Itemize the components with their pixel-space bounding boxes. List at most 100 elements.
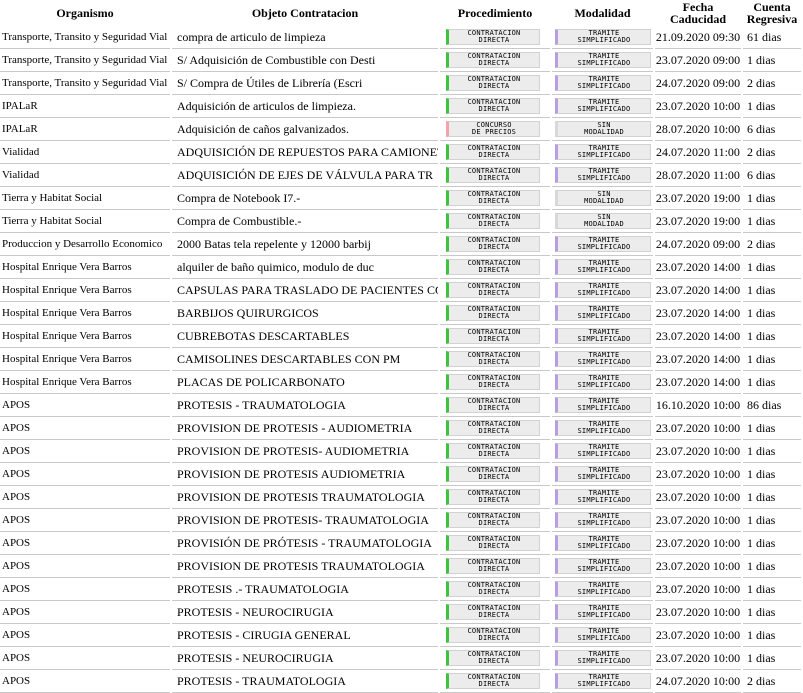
cell-objeto[interactable]: PROVISION DE PROTESIS TRAUMATOLOGIA <box>172 486 438 509</box>
badge-line: SIMPLIFICADO <box>577 542 631 550</box>
cell-organismo: APOS <box>0 486 170 509</box>
cell-objeto[interactable]: S/ Compra de Útiles de Librería (Escri <box>172 72 438 95</box>
table-row[interactable]: Transporte, Transito y Seguridad Vial S/ … <box>0 49 801 72</box>
cell-procedimiento: CONTRATACION DIRECTA <box>440 670 550 693</box>
cell-modalidad: TRAMITE SIMPLIFICADO <box>552 348 653 371</box>
cell-objeto[interactable]: PLACAS DE POLICARBONATO <box>172 371 438 394</box>
cell-objeto[interactable]: PROVISION DE PROTESIS- AUDIOMETRIA <box>172 440 438 463</box>
cell-objeto[interactable]: BARBIJOS QUIRURGICOS <box>172 302 438 325</box>
table-row[interactable]: IPALaR Adquisición de articulos de limpie… <box>0 95 801 118</box>
procedimiento-badge: CONTRATACION DIRECTA <box>446 397 540 413</box>
cell-objeto[interactable]: PROVISION DE PROTESIS - AUDIOMETRIA <box>172 417 438 440</box>
table-row[interactable]: APOS PROVISION DE PROTESIS- TRAUMATOLOGIA… <box>0 509 801 532</box>
table-row[interactable]: APOS PROTESIS - NEUROCIRUGIA CONTRATACION D… <box>0 647 801 670</box>
table-row[interactable]: Hospital Enrique Vera Barros BARBIJOS QUI… <box>0 302 801 325</box>
badge-line: DIRECTA <box>478 634 510 642</box>
cell-organismo: Vialidad <box>0 164 170 187</box>
cell-organismo: Transporte, Transito y Seguridad Vial <box>0 49 170 72</box>
cell-objeto[interactable]: Adquisición de caños galvanizados. <box>172 118 438 141</box>
badge-line: DIRECTA <box>478 450 510 458</box>
cell-procedimiento: CONTRATACION DIRECTA <box>440 49 550 72</box>
cell-objeto[interactable]: S/ Adquisición de Combustible con Desti <box>172 49 438 72</box>
table-row[interactable]: Tierra y Habitat Social Compra de Combust… <box>0 210 801 233</box>
cell-objeto[interactable]: PROVISIÓN DE PRÓTESIS - TRAUMATOLOGIA <box>172 532 438 555</box>
table-row[interactable]: APOS PROVISION DE PROTESIS AUDIOMETRIA CON… <box>0 463 801 486</box>
badge-line: SIMPLIFICADO <box>577 427 631 435</box>
table-row[interactable]: APOS PROTESIS - TRAUMATOLOGIA CONTRATACION… <box>0 394 801 417</box>
table-row[interactable]: Hospital Enrique Vera Barros CAPSULAS PAR… <box>0 279 801 302</box>
header-modalidad[interactable]: Modalidad <box>552 0 653 26</box>
procedimiento-badge: CONCURSO DE PRECIOS <box>446 121 540 137</box>
badge-line: DIRECTA <box>478 611 510 619</box>
table-row[interactable]: Hospital Enrique Vera Barros PLACAS DE PO… <box>0 371 801 394</box>
cell-organismo: APOS <box>0 394 170 417</box>
cell-cuenta-regresiva: 2 dias <box>743 670 801 693</box>
header-fecha-caducidad[interactable]: Fecha Caducidad <box>655 0 741 26</box>
cell-objeto[interactable]: PROVISION DE PROTESIS AUDIOMETRIA <box>172 463 438 486</box>
table-row[interactable]: APOS PROTESIS - NEUROCIRUGIA CONTRATACION D… <box>0 601 801 624</box>
cell-objeto[interactable]: CUBREBOTAS DESCARTABLES <box>172 325 438 348</box>
cell-fecha-caducidad: 21.09.2020 09:30 <box>655 26 741 49</box>
badge-line: SIMPLIFICADO <box>577 404 631 412</box>
table-row[interactable]: Transporte, Transito y Seguridad Vial com… <box>0 26 801 49</box>
cell-fecha-caducidad: 23.07.2020 09:00 <box>655 49 741 72</box>
cell-fecha-caducidad: 23.07.2020 14:00 <box>655 302 741 325</box>
table-row[interactable]: Tierra y Habitat Social Compra de Noteboo… <box>0 187 801 210</box>
cell-objeto[interactable]: PROTESIS - NEUROCIRUGIA <box>172 647 438 670</box>
cell-objeto[interactable]: Compra de Combustible.- <box>172 210 438 233</box>
cell-organismo: IPALaR <box>0 118 170 141</box>
cell-modalidad: TRAMITE SIMPLIFICADO <box>552 371 653 394</box>
cell-organismo: Hospital Enrique Vera Barros <box>0 302 170 325</box>
cell-fecha-caducidad: 23.07.2020 10:00 <box>655 555 741 578</box>
table-row[interactable]: APOS PROVISION DE PROTESIS TRAUMATOLOGIA C… <box>0 555 801 578</box>
table-row[interactable]: Transporte, Transito y Seguridad Vial S/ … <box>0 72 801 95</box>
cell-objeto[interactable]: PROVISION DE PROTESIS TRAUMATOLOGIA <box>172 555 438 578</box>
table-row[interactable]: Hospital Enrique Vera Barros CUBREBOTAS D… <box>0 325 801 348</box>
table-row[interactable]: APOS PROTESIS - TRAUMATOLOGIA CONTRATACION… <box>0 670 801 693</box>
cell-objeto[interactable]: PROVISION DE PROTESIS- TRAUMATOLOGIA <box>172 509 438 532</box>
badge-line: SIMPLIFICADO <box>577 565 631 573</box>
cell-objeto[interactable]: alquiler de baño quimico, modulo de duc <box>172 256 438 279</box>
cell-objeto[interactable]: 2000 Batas tela repelente y 12000 barbij <box>172 233 438 256</box>
cell-objeto[interactable]: compra de articulo de limpieza <box>172 26 438 49</box>
cell-objeto[interactable]: Compra de Notebook I7.- <box>172 187 438 210</box>
header-cuenta-regresiva[interactable]: Cuenta Regresiva <box>743 0 801 26</box>
table-row[interactable]: Hospital Enrique Vera Barros CAMISOLINES … <box>0 348 801 371</box>
table-row[interactable]: Hospital Enrique Vera Barros alquiler de … <box>0 256 801 279</box>
cell-procedimiento: CONTRATACION DIRECTA <box>440 26 550 49</box>
cell-objeto[interactable]: PROTESIS - CIRUGIA GENERAL <box>172 624 438 647</box>
cell-fecha-caducidad: 23.07.2020 10:00 <box>655 463 741 486</box>
table-row[interactable]: Produccion y Desarrollo Economico 2000 Ba… <box>0 233 801 256</box>
modalidad-badge: TRAMITE SIMPLIFICADO <box>555 466 651 482</box>
procedimiento-badge: CONTRATACION DIRECTA <box>446 259 540 275</box>
table-row[interactable]: Vialidad ADQUISICIÓN DE REPUESTOS PARA CA… <box>0 141 801 164</box>
cell-fecha-caducidad: 23.07.2020 10:00 <box>655 440 741 463</box>
modalidad-badge: TRAMITE SIMPLIFICADO <box>555 443 651 459</box>
cell-objeto[interactable]: CAMISOLINES DESCARTABLES CON PM <box>172 348 438 371</box>
table-row[interactable]: APOS PROVISION DE PROTESIS- AUDIOMETRIA CO… <box>0 440 801 463</box>
cell-procedimiento: CONTRATACION DIRECTA <box>440 141 550 164</box>
cell-objeto[interactable]: PROTESIS - TRAUMATOLOGIA <box>172 394 438 417</box>
cell-objeto[interactable]: PROTESIS .- TRAUMATOLOGIA <box>172 578 438 601</box>
header-organismo[interactable]: Organismo <box>0 0 170 26</box>
header-objeto[interactable]: Objeto Contratacion <box>172 0 438 26</box>
header-procedimiento[interactable]: Procedimiento <box>440 0 550 26</box>
cell-objeto[interactable]: PROTESIS - NEUROCIRUGIA <box>172 601 438 624</box>
contrataciones-table: Organismo Objeto Contratacion Procedimie… <box>0 0 803 693</box>
cell-objeto[interactable]: ADQUISICIÓN DE EJES DE VÁLVULA PARA TR <box>172 164 438 187</box>
badge-line: SIMPLIFICADO <box>577 450 631 458</box>
table-row[interactable]: APOS PROVISION DE PROTESIS - AUDIOMETRIA C… <box>0 417 801 440</box>
table-row[interactable]: APOS PROVISIÓN DE PRÓTESIS - TRAUMATOLOGI… <box>0 532 801 555</box>
table-row[interactable]: Vialidad ADQUISICIÓN DE EJES DE VÁLVULA P… <box>0 164 801 187</box>
badge-line: MODALIDAD <box>584 220 624 228</box>
cell-objeto[interactable]: ADQUISICIÓN DE REPUESTOS PARA CAMIONETA <box>172 141 438 164</box>
table-row[interactable]: APOS PROTESIS .- TRAUMATOLOGIA CONTRATACIO… <box>0 578 801 601</box>
table-row[interactable]: APOS PROVISION DE PROTESIS TRAUMATOLOGIA C… <box>0 486 801 509</box>
table-row[interactable]: IPALaR Adquisición de caños galvanizados.… <box>0 118 801 141</box>
cell-objeto[interactable]: CAPSULAS PARA TRASLADO DE PACIENTES COVI <box>172 279 438 302</box>
cell-objeto[interactable]: Adquisición de articulos de limpieza. <box>172 95 438 118</box>
cell-objeto[interactable]: PROTESIS - TRAUMATOLOGIA <box>172 670 438 693</box>
badge-line: SIMPLIFICADO <box>577 358 631 366</box>
table-row[interactable]: APOS PROTESIS - CIRUGIA GENERAL CONTRATACI… <box>0 624 801 647</box>
procedimiento-badge: CONTRATACION DIRECTA <box>446 512 540 528</box>
